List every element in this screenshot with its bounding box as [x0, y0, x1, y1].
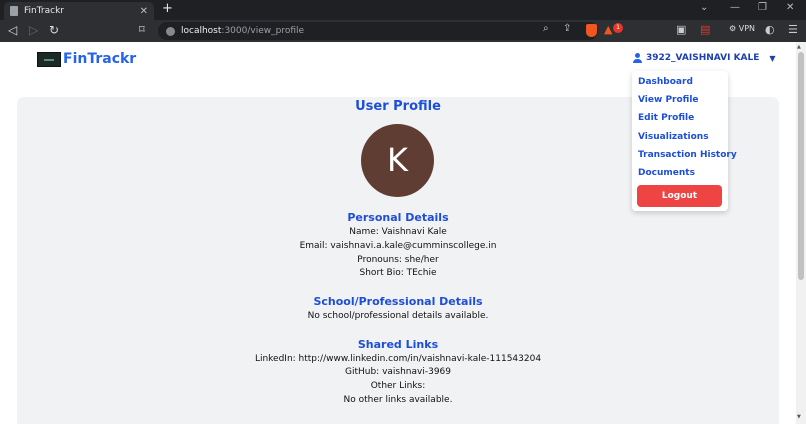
profile-email: Email: vaishnavi.a.kale@cumminscollege.i…	[299, 241, 497, 251]
browser-tab[interactable]: FinTrackr ✕	[4, 2, 154, 20]
other-links-text: No other links available.	[343, 395, 453, 405]
user-dropdown-menu: Dashboard View Profile Edit Profile Visu…	[632, 71, 737, 211]
github-link[interactable]: GitHub: vaishnavi-3969	[0, 367, 796, 377]
scrollbar-thumb[interactable]	[798, 52, 804, 280]
forward-icon[interactable]: ▷	[29, 23, 38, 37]
scroll-down-icon[interactable]: ▼	[797, 414, 801, 420]
browser-tab-bar: FinTrackr ✕ + ⌄ — ❐ ✕	[0, 0, 806, 20]
extensions-icon[interactable]: ◐	[765, 23, 775, 36]
sidebar-icon[interactable]: ▣	[676, 23, 686, 36]
brand-name[interactable]: FinTrackr	[63, 51, 136, 67]
url-host: localhost	[181, 26, 222, 36]
chevron-down-icon: ▼	[769, 53, 776, 63]
vpn-label: VPN	[738, 24, 755, 33]
user-name: 3922_VAISHNAVI KALE	[646, 53, 760, 63]
profile-pronouns: Pronouns: she/her	[357, 255, 439, 265]
user-icon	[633, 53, 642, 63]
notification-badge: 1	[613, 23, 623, 33]
back-icon[interactable]: ◁	[8, 23, 17, 37]
close-window-icon[interactable]: ✕	[786, 2, 794, 13]
tab-list-icon[interactable]: ⌄	[700, 2, 708, 13]
menu-item-transaction-history[interactable]: Transaction History	[638, 150, 737, 160]
other-links-label: Other Links:	[370, 381, 426, 391]
scroll-up-icon[interactable]: ▲	[797, 44, 801, 50]
menu-item-documents[interactable]: Documents	[638, 168, 695, 178]
brand-logo[interactable]	[37, 52, 61, 67]
school-details-text: No school/professional details available…	[307, 311, 489, 321]
linkedin-link[interactable]: LinkedIn: http://www.linkedin.com/in/vai…	[0, 354, 796, 364]
favicon-icon	[10, 6, 18, 16]
site-info-icon[interactable]	[166, 26, 175, 36]
profile-name: Name: Vaishnavi Kale	[349, 227, 447, 237]
personal-details-heading: Personal Details	[347, 211, 449, 224]
url-path: :3000/view_profile	[221, 26, 305, 36]
vpn-button[interactable]: ⚙ VPN	[729, 24, 755, 33]
school-details-heading: School/Professional Details	[313, 295, 483, 308]
menu-item-visualizations[interactable]: Visualizations	[638, 132, 709, 142]
maximize-icon[interactable]: ❐	[758, 2, 767, 13]
menu-item-view-profile[interactable]: View Profile	[638, 95, 699, 105]
address-bar[interactable]: localhost:3000/view_profile	[158, 22, 598, 40]
user-menu-toggle[interactable]: 3922_VAISHNAVI KALE ▼	[633, 53, 776, 63]
brave-rewards-icon[interactable]: ▲	[604, 23, 612, 36]
menu-item-edit-profile[interactable]: Edit Profile	[638, 113, 694, 123]
wallet-icon[interactable]: ▤	[700, 23, 710, 36]
avatar: K	[361, 124, 434, 197]
browser-toolbar: ◁ ▷ ↻ ⌑ localhost:3000/view_profile ⌕ ⇪ …	[0, 20, 806, 42]
logout-button[interactable]: Logout	[637, 185, 722, 207]
zoom-icon[interactable]: ⌕	[543, 23, 549, 34]
share-icon[interactable]: ⇪	[563, 23, 571, 34]
menu-item-dashboard[interactable]: Dashboard	[638, 77, 693, 87]
shared-links-heading: Shared Links	[357, 338, 439, 351]
page-viewport: FinTrackr 3922_VAISHNAVI KALE ▼ User Pro…	[0, 42, 796, 424]
brave-shields-icon[interactable]	[586, 24, 597, 37]
bookmark-icon[interactable]: ⌑	[139, 23, 145, 37]
new-tab-button[interactable]: +	[162, 2, 173, 16]
reload-icon[interactable]: ↻	[49, 23, 59, 37]
close-tab-icon[interactable]: ✕	[140, 6, 148, 17]
minimize-icon[interactable]: —	[730, 2, 740, 13]
tab-title: FinTrackr	[24, 6, 64, 16]
profile-bio: Short Bio: TEchie	[359, 268, 437, 278]
menu-icon[interactable]: ☰	[788, 23, 798, 36]
